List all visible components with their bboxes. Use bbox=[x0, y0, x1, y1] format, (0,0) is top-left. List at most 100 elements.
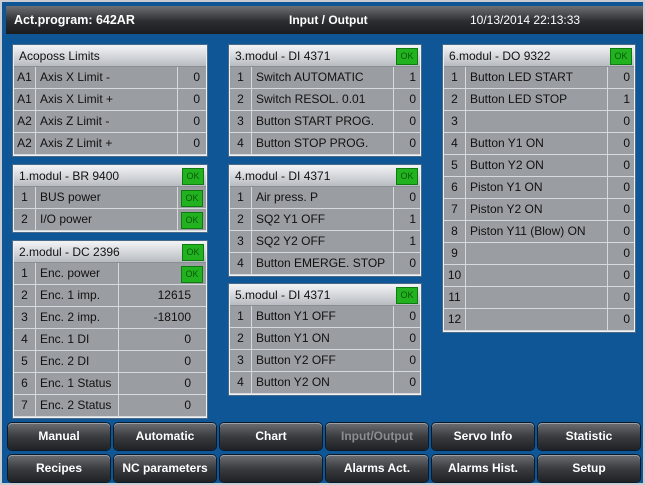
panel-title: 4.modul - DI 4371 bbox=[235, 169, 331, 183]
empty-button[interactable] bbox=[220, 455, 322, 482]
row-index: 7 bbox=[14, 395, 36, 416]
row-label: Enc. 1 DI bbox=[36, 329, 119, 350]
table-row: 1 Enc. power OK bbox=[14, 263, 206, 285]
row-label: Button EMERGE. STOP bbox=[252, 253, 394, 274]
row-label: Switch RESOL. 0.01 bbox=[252, 89, 394, 110]
table-row: 3 Button START PROG. 0 bbox=[230, 111, 420, 133]
row-value: 1 bbox=[409, 234, 416, 248]
table-row: 1 Air press. P 0 bbox=[230, 187, 420, 209]
table-row: 1 Switch AUTOMATIC 1 bbox=[230, 67, 420, 89]
table-row: 5 Enc. 2 DI 0 bbox=[14, 351, 206, 373]
status-ok-badge: OK bbox=[396, 287, 418, 304]
row-label: Enc. 1 Status bbox=[36, 373, 119, 394]
row-label: Axis X Limit - bbox=[36, 67, 178, 88]
row-index: 12 bbox=[444, 309, 466, 330]
row-label bbox=[466, 287, 608, 308]
recipes-button[interactable]: Recipes bbox=[8, 455, 110, 482]
row-value: 0 bbox=[623, 268, 630, 282]
status-ok-indicator: OK bbox=[181, 266, 203, 283]
row-value: 0 bbox=[409, 136, 416, 150]
status-ok-badge: OK bbox=[396, 48, 418, 65]
statistic-button[interactable]: Statistic bbox=[538, 423, 640, 450]
table-row: 2 Enc. 1 imp. 12615 bbox=[14, 285, 206, 307]
row-label: Button Y2 ON bbox=[466, 155, 608, 176]
table-row: 7 Enc. 2 Status 0 bbox=[14, 395, 206, 417]
row-label: BUS power bbox=[36, 187, 178, 208]
row-value: 0 bbox=[193, 136, 200, 150]
alarms-hist-button[interactable]: Alarms Hist. bbox=[432, 455, 534, 482]
row-label: Piston Y1 ON bbox=[466, 177, 608, 198]
table-row: 4 Enc. 1 DI 0 bbox=[14, 329, 206, 351]
row-label: Button STOP PROG. bbox=[252, 133, 394, 154]
servo-info-button[interactable]: Servo Info bbox=[432, 423, 534, 450]
row-value: 0 bbox=[184, 354, 191, 368]
table-row: 5 Button Y2 ON 0 bbox=[444, 155, 634, 177]
status-ok-badge: OK bbox=[182, 244, 204, 261]
nc-parameters-button[interactable]: NC parameters bbox=[114, 455, 216, 482]
panel-header: 1.modul - BR 9400 OK bbox=[14, 166, 206, 187]
chart-button[interactable]: Chart bbox=[220, 423, 322, 450]
row-value: 0 bbox=[409, 92, 416, 106]
row-index: 1 bbox=[230, 67, 252, 88]
row-index: 3 bbox=[230, 111, 252, 132]
row-index: 9 bbox=[444, 243, 466, 264]
row-label: SQ2 Y2 OFF bbox=[252, 231, 394, 252]
table-row: 1 Button Y1 OFF 0 bbox=[230, 306, 420, 328]
row-label: Enc. power bbox=[36, 263, 119, 284]
status-ok-badge: OK bbox=[182, 168, 204, 185]
setup-button[interactable]: Setup bbox=[538, 455, 640, 482]
panel-title: 2.modul - DC 2396 bbox=[19, 245, 120, 259]
input-output-button[interactable]: Input/Output bbox=[326, 423, 428, 450]
hmi-screen: Act.program: 642AR Input / Output 10/13/… bbox=[0, 0, 645, 485]
row-value: 0 bbox=[409, 331, 416, 345]
row-label bbox=[466, 111, 608, 132]
row-value: 1 bbox=[623, 92, 630, 106]
row-index: 6 bbox=[444, 177, 466, 198]
panel-header: 2.modul - DC 2396 OK bbox=[14, 242, 206, 263]
table-row: 2 Button Y1 ON 0 bbox=[230, 328, 420, 350]
row-value: 0 bbox=[193, 70, 200, 84]
panel-modul-1: 1.modul - BR 9400 OK 1 BUS power OK 2 I/O po… bbox=[13, 165, 207, 232]
row-value: 0 bbox=[623, 312, 630, 326]
row-label: Enc. 2 imp. bbox=[36, 307, 119, 328]
row-label: SQ2 Y1 OFF bbox=[252, 209, 394, 230]
panel-modul-6: 6.modul - DO 9322 OK 1 Button LED START 0 2… bbox=[443, 45, 635, 332]
table-row: 11 0 bbox=[444, 287, 634, 309]
row-value: 0 bbox=[184, 398, 191, 412]
row-index: 11 bbox=[444, 287, 466, 308]
row-label: Button START PROG. bbox=[252, 111, 394, 132]
table-row: 4 Button Y2 ON 0 bbox=[230, 372, 420, 394]
row-value: 0 bbox=[623, 70, 630, 84]
row-label: I/O power bbox=[36, 209, 178, 230]
row-value: 0 bbox=[623, 158, 630, 172]
row-index: 6 bbox=[14, 373, 36, 394]
row-label bbox=[466, 309, 608, 330]
row-value: 0 bbox=[623, 114, 630, 128]
panel-header: 5.modul - DI 4371 OK bbox=[230, 285, 420, 306]
panel-modul-3: 3.modul - DI 4371 OK 1 Switch AUTOMATIC 1 2… bbox=[229, 45, 421, 156]
manual-button[interactable]: Manual bbox=[8, 423, 110, 450]
row-index: 8 bbox=[444, 221, 466, 242]
row-index: 2 bbox=[444, 89, 466, 110]
alarms-act-button[interactable]: Alarms Act. bbox=[326, 455, 428, 482]
row-value: 0 bbox=[193, 114, 200, 128]
row-index: 4 bbox=[230, 133, 252, 154]
automatic-button[interactable]: Automatic bbox=[114, 423, 216, 450]
row-index: 5 bbox=[444, 155, 466, 176]
panel-modul-4: 4.modul - DI 4371 OK 1 Air press. P 0 2 SQ2 … bbox=[229, 165, 421, 276]
row-value: 0 bbox=[409, 375, 416, 389]
row-index: 1 bbox=[444, 67, 466, 88]
table-row: 3 SQ2 Y2 OFF 1 bbox=[230, 231, 420, 253]
row-value: 0 bbox=[184, 332, 191, 346]
row-value: 0 bbox=[623, 290, 630, 304]
row-label: Axis X Limit + bbox=[36, 89, 178, 110]
row-index: 3 bbox=[14, 307, 36, 328]
table-row: 2 Switch RESOL. 0.01 0 bbox=[230, 89, 420, 111]
row-value: 12615 bbox=[157, 288, 191, 302]
row-index: 7 bbox=[444, 199, 466, 220]
row-value: 0 bbox=[409, 309, 416, 323]
row-label bbox=[466, 243, 608, 264]
row-index: A1 bbox=[14, 67, 36, 88]
row-label: Axis Z Limit - bbox=[36, 111, 178, 132]
table-row: 1 BUS power OK bbox=[14, 187, 206, 209]
